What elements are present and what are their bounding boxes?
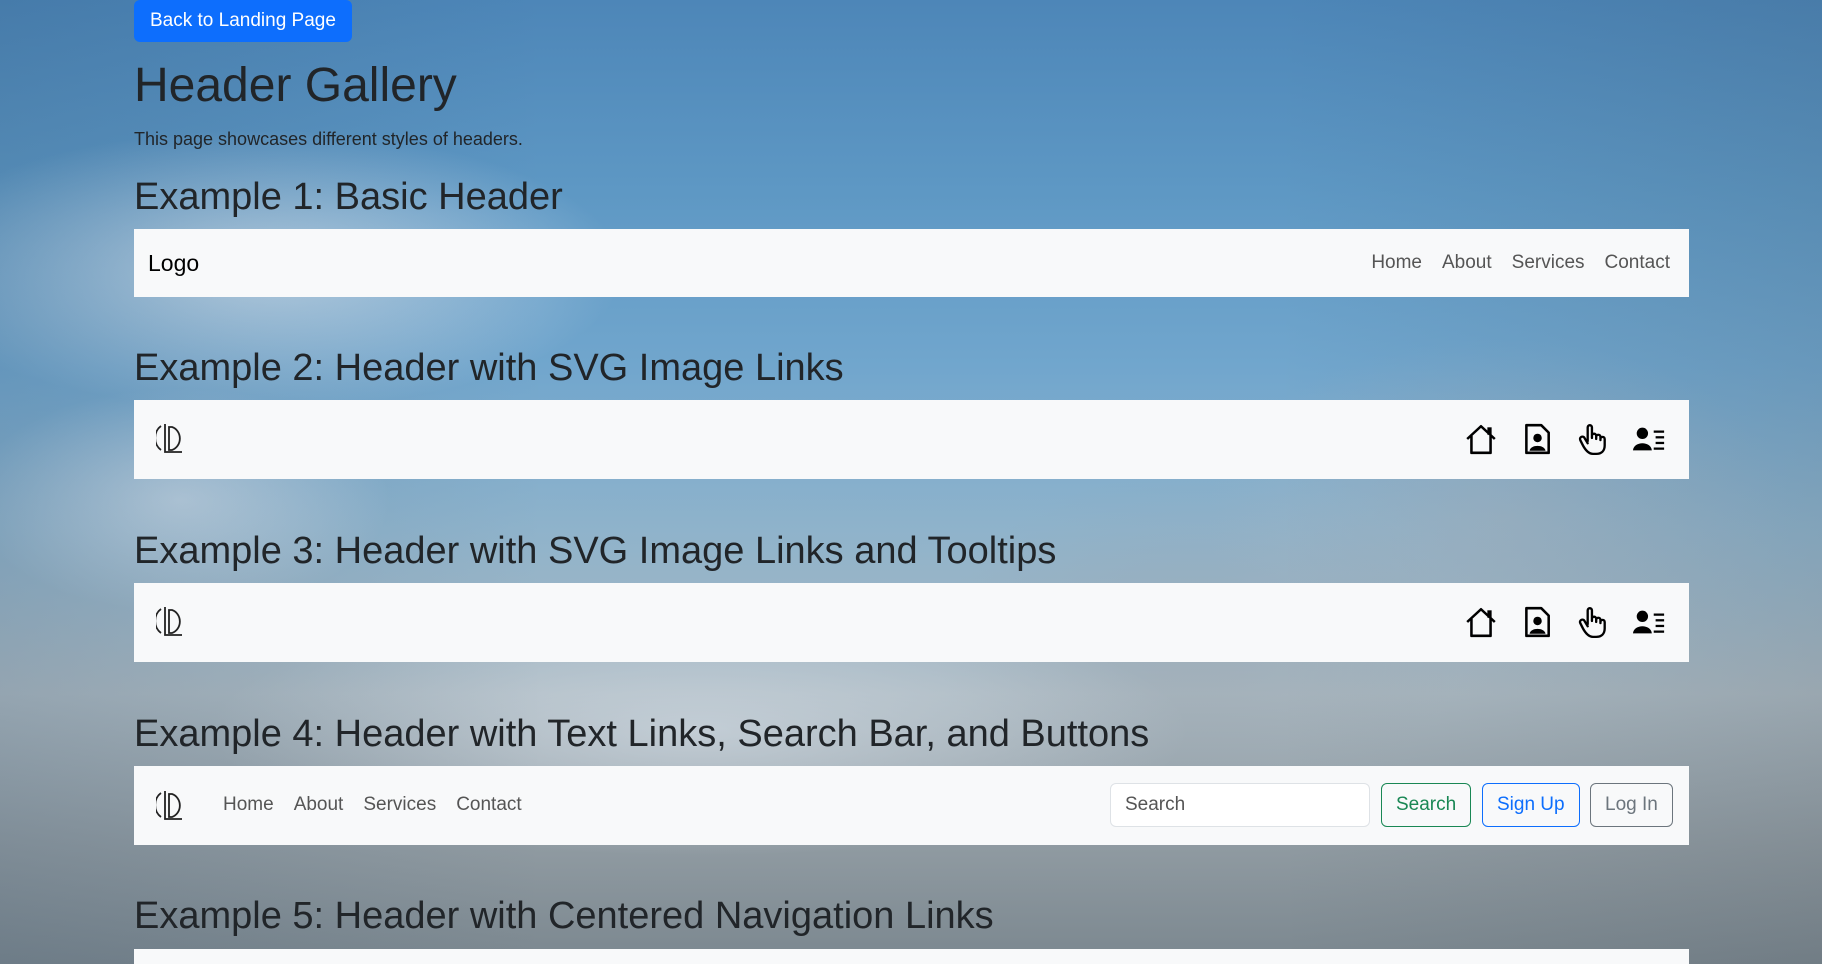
page-title: Header Gallery bbox=[134, 59, 457, 112]
basic-header-navbar: Logo Home About Services Contact bbox=[134, 229, 1689, 297]
nav-links: Home About Services Contact bbox=[213, 766, 532, 844]
nav-link-contact[interactable]: Contact bbox=[446, 794, 531, 816]
hand-pointer-icon[interactable] bbox=[1575, 420, 1611, 458]
example-2-heading: Example 2: Header with SVG Image Links bbox=[134, 347, 844, 389]
nav-link-services[interactable]: Services bbox=[353, 794, 446, 816]
nav-link-services[interactable]: Services bbox=[1502, 252, 1595, 274]
nav-links: Home About Services Contact bbox=[1361, 229, 1670, 297]
person-lines-icon[interactable] bbox=[1631, 603, 1667, 641]
nav-link-contact[interactable]: Contact bbox=[1595, 252, 1670, 274]
nav-link-about[interactable]: About bbox=[284, 794, 354, 816]
back-to-landing-button[interactable]: Back to Landing Page bbox=[134, 0, 352, 42]
centered-header-navbar bbox=[134, 949, 1689, 964]
search-input[interactable] bbox=[1110, 783, 1370, 827]
page-description: This page showcases different styles of … bbox=[134, 129, 523, 149]
example-1-heading: Example 1: Basic Header bbox=[134, 176, 563, 218]
sign-up-button[interactable]: Sign Up bbox=[1482, 783, 1580, 827]
person-document-icon[interactable] bbox=[1519, 420, 1555, 458]
example-4-heading: Example 4: Header with Text Links, Searc… bbox=[134, 713, 1150, 755]
log-in-button[interactable]: Log In bbox=[1590, 783, 1673, 827]
nav-link-home[interactable]: Home bbox=[213, 794, 284, 816]
search-header-navbar: Home About Services Contact Search Sign … bbox=[134, 766, 1689, 845]
icon-links bbox=[1443, 420, 1667, 458]
home-icon[interactable] bbox=[1463, 603, 1499, 641]
example-5-heading: Example 5: Header with Centered Navigati… bbox=[134, 895, 994, 937]
brand-logo-icon[interactable] bbox=[156, 604, 186, 638]
hand-pointer-icon[interactable] bbox=[1575, 603, 1611, 641]
icon-links bbox=[1443, 603, 1667, 641]
svg-tooltip-header-navbar bbox=[134, 583, 1689, 662]
person-document-icon[interactable] bbox=[1519, 603, 1555, 641]
example-3-heading: Example 3: Header with SVG Image Links a… bbox=[134, 530, 1057, 572]
search-button[interactable]: Search bbox=[1381, 783, 1472, 827]
home-icon[interactable] bbox=[1463, 420, 1499, 458]
brand-logo-icon[interactable] bbox=[156, 788, 186, 822]
nav-link-about[interactable]: About bbox=[1432, 252, 1502, 274]
svg-header-navbar bbox=[134, 400, 1689, 479]
brand-logo-icon[interactable] bbox=[156, 421, 186, 455]
logo-text[interactable]: Logo bbox=[148, 229, 199, 297]
nav-link-home[interactable]: Home bbox=[1361, 252, 1432, 274]
person-lines-icon[interactable] bbox=[1631, 420, 1667, 458]
